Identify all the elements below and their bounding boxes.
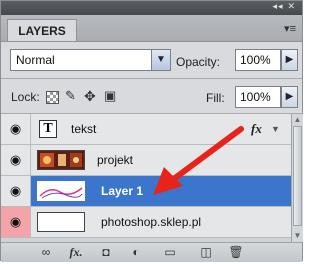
adjustment-layer-icon[interactable]: ◐ bbox=[127, 245, 145, 260]
layers-panel: ◂◂ ✕ LAYERS ▾≡ Normal ▼ Opacity: 100% ▶ … bbox=[0, 0, 303, 262]
layer-name[interactable]: tekst bbox=[71, 122, 96, 136]
eye-icon[interactable]: ◉ bbox=[1, 207, 31, 237]
blend-mode-value: Normal bbox=[16, 53, 55, 67]
opacity-label: Opacity: bbox=[176, 55, 221, 69]
layers-list: ◉ T tekst fx ▼ ◉ projekt ◉ Layer 1 ◉ pho… bbox=[1, 114, 303, 242]
delete-layer-icon[interactable]: 🗑︎ bbox=[227, 245, 245, 260]
link-layers-icon[interactable]: ∞ bbox=[37, 245, 55, 260]
layer-thumbnail bbox=[37, 212, 85, 232]
blend-mode-select[interactable]: Normal ▼ bbox=[10, 49, 171, 71]
padlock-icon[interactable]: ▣ bbox=[104, 89, 116, 103]
panel-window-controls: ◂◂ ✕ bbox=[273, 2, 296, 12]
text-layer-thumbnail: T bbox=[39, 120, 57, 138]
layers-scrollbar[interactable]: ▲ ▼ bbox=[291, 114, 303, 242]
fill-value: 100% bbox=[240, 90, 271, 104]
layer-row-projekt[interactable]: ◉ projekt bbox=[1, 145, 291, 176]
panel-tab-row: LAYERS ▾≡ bbox=[1, 15, 302, 42]
lock-label: Lock: bbox=[11, 90, 40, 104]
collapse-icon[interactable]: ◂◂ bbox=[273, 2, 284, 12]
layer-1-thumbnail-image bbox=[38, 182, 84, 200]
scrollbar-thumb[interactable] bbox=[293, 126, 302, 226]
fill-label: Fill: bbox=[206, 91, 225, 105]
layers-bottom-toolbar: ∞ fx. ◘ ◐ ▭ ◫ 🗑︎ bbox=[1, 242, 302, 262]
fill-field[interactable]: 100% ▶ bbox=[235, 86, 298, 108]
opacity-value: 100% bbox=[240, 53, 271, 67]
scroll-down-icon[interactable]: ▼ bbox=[292, 230, 303, 242]
chevron-down-icon[interactable]: ▼ bbox=[271, 124, 280, 134]
add-style-icon[interactable]: fx. bbox=[67, 245, 85, 260]
layer-row-layer-1[interactable]: ◉ Layer 1 bbox=[1, 176, 291, 207]
eye-icon[interactable]: ◉ bbox=[1, 145, 31, 175]
new-layer-icon[interactable]: ◫ bbox=[197, 245, 215, 260]
layer-row-tekst[interactable]: ◉ T tekst fx ▼ bbox=[1, 114, 291, 145]
blend-opacity-row: Normal ▼ Opacity: 100% ▶ bbox=[1, 42, 302, 79]
layer-thumbnail bbox=[37, 181, 85, 201]
chevron-down-icon[interactable]: ▼ bbox=[151, 50, 170, 70]
eye-icon[interactable]: ◉ bbox=[1, 114, 31, 144]
tab-layers[interactable]: LAYERS bbox=[7, 19, 77, 41]
layer-name[interactable]: photoshop.sklep.pl bbox=[101, 215, 201, 229]
eye-icon[interactable]: ◉ bbox=[1, 176, 31, 206]
layer-row-photoshop-sklep-pl[interactable]: ◉ photoshop.sklep.pl bbox=[1, 207, 291, 238]
scroll-up-icon[interactable]: ▲ bbox=[292, 114, 303, 126]
opacity-arrow-icon[interactable]: ▶ bbox=[281, 49, 298, 71]
checkerboard-lock-icon[interactable] bbox=[46, 91, 59, 104]
fill-arrow-icon[interactable]: ▶ bbox=[281, 86, 298, 108]
new-group-icon[interactable]: ▭ bbox=[161, 245, 179, 260]
panel-title-bar: ◂◂ ✕ bbox=[1, 1, 302, 15]
lock-fill-row: Lock: ✎ ✥ ▣ Fill: 100% ▶ bbox=[1, 79, 302, 114]
brush-lock-icon[interactable]: ✎ bbox=[65, 89, 76, 103]
move-lock-icon[interactable]: ✥ bbox=[84, 89, 96, 103]
close-icon[interactable]: ✕ bbox=[287, 2, 296, 12]
layer-name[interactable]: projekt bbox=[97, 153, 133, 167]
opacity-field[interactable]: 100% ▶ bbox=[235, 49, 298, 71]
panel-menu-icon[interactable]: ▾≡ bbox=[284, 22, 296, 35]
layer-name[interactable]: Layer 1 bbox=[101, 184, 143, 198]
add-mask-icon[interactable]: ◘ bbox=[97, 245, 115, 260]
projekt-thumbnail-image bbox=[38, 151, 84, 169]
fx-icon[interactable]: fx bbox=[251, 121, 262, 137]
layer-thumbnail bbox=[37, 150, 85, 170]
